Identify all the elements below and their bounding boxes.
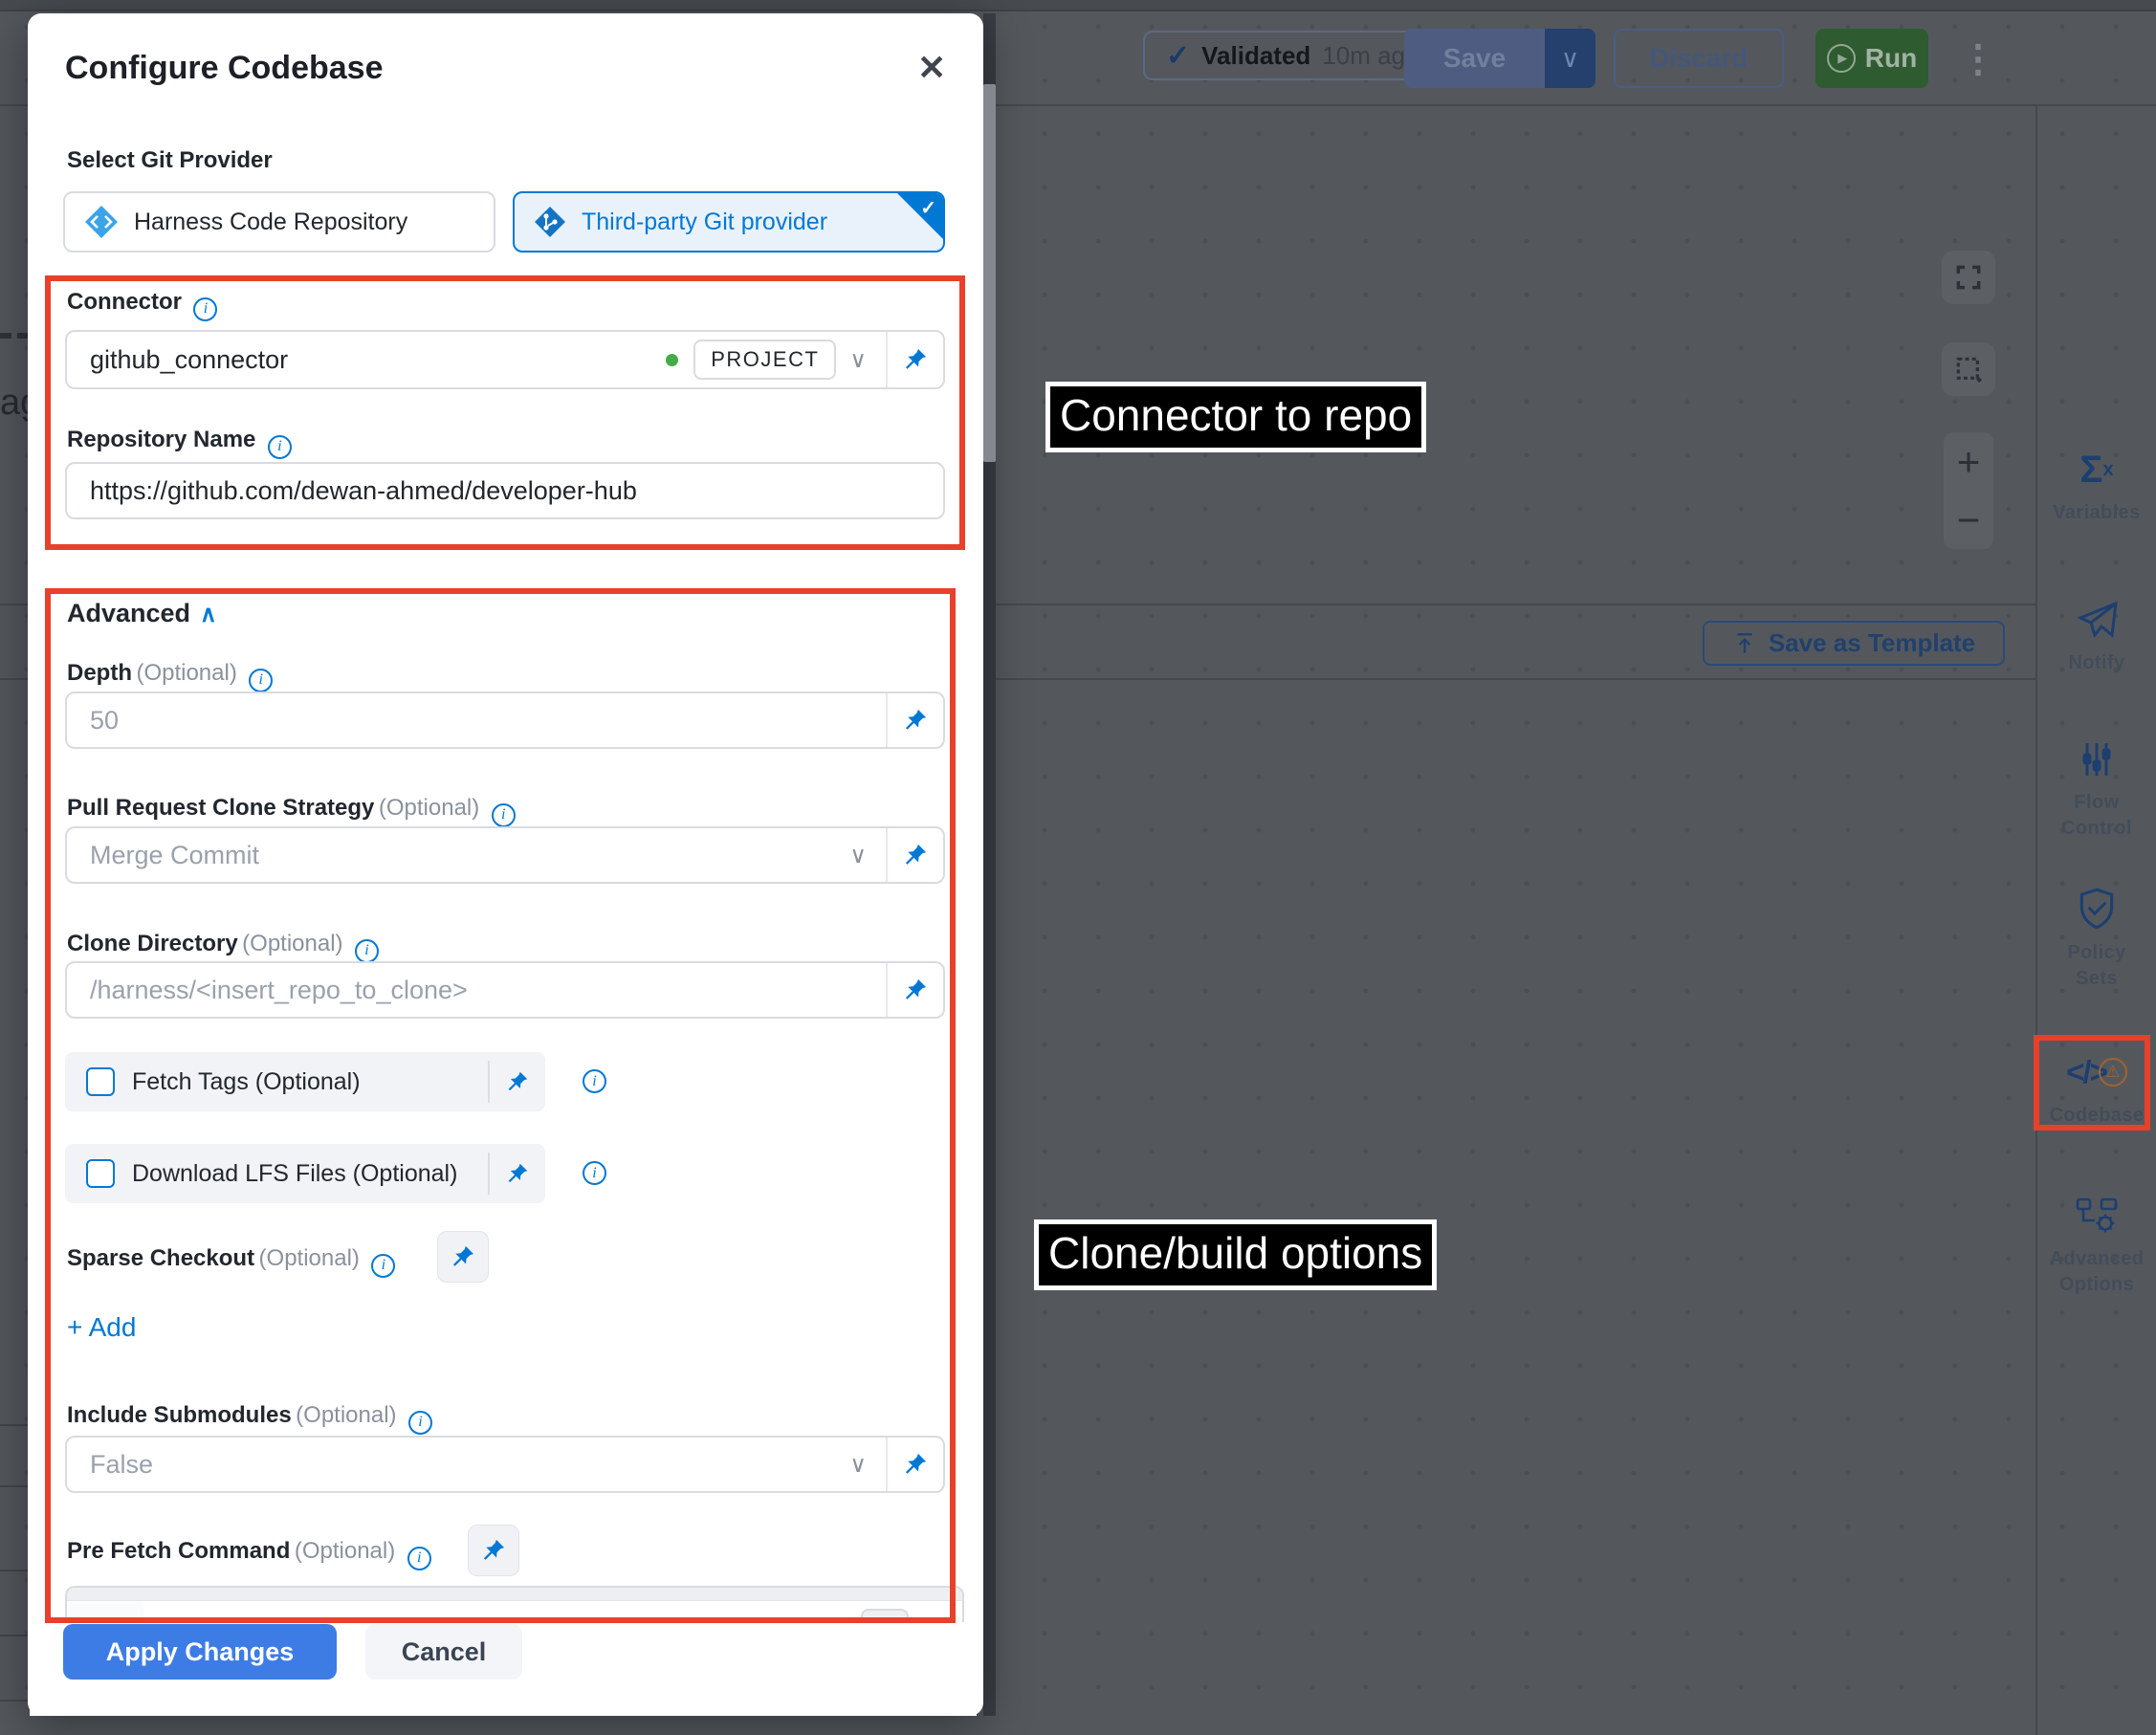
dialog-footer: Apply Changes Cancel [30, 1622, 977, 1716]
dialog-title: Configure Codebase [65, 50, 383, 87]
provider-label: Third-party Git provider [582, 209, 827, 236]
more-options-icon[interactable]: ⋮ [1959, 38, 1997, 80]
upload-icon [1732, 631, 1757, 656]
list-row-divider [0, 1570, 28, 1571]
canvas-edge-fragment [17, 333, 28, 339]
flow-control-icon [2037, 735, 2156, 784]
selected-check-icon: ✓ [920, 196, 936, 220]
list-row-divider [0, 1485, 28, 1487]
discard-button[interactable]: Discard [1614, 29, 1784, 88]
git-provider-label: Select Git Provider [67, 147, 273, 174]
sidebar-item-flow-control[interactable]: Flow Control [2037, 735, 2156, 842]
provider-harness-code-button[interactable]: Harness Code Repository [63, 191, 495, 253]
fullscreen-icon [1953, 262, 1984, 293]
sidebar-item-advanced-options[interactable]: Advanced Options [2037, 1191, 2156, 1298]
sidebar-item-label: Policy Sets [2037, 940, 2156, 992]
close-icon[interactable]: ✕ [917, 48, 946, 88]
harness-code-icon [84, 205, 119, 239]
variables-icon: Σx [2037, 445, 2156, 494]
git-provider-options: Harness Code Repository Third-party Git … [63, 191, 945, 253]
zoom-out-icon[interactable]: − [1957, 501, 1981, 539]
zoom-in-icon[interactable]: + [1957, 443, 1981, 481]
sidebar-item-variables[interactable]: Σx Variables [2037, 445, 2156, 526]
play-icon: ▶ [1827, 44, 1856, 73]
pipeline-right-sidebar: Σx Variables Notify Flow Control [2035, 105, 2156, 1735]
cancel-button[interactable]: Cancel [365, 1624, 522, 1680]
annotation-label-clone: Clone/build options [1034, 1219, 1437, 1290]
marquee-select-button[interactable] [1942, 342, 1995, 396]
notify-icon [2037, 595, 2156, 645]
provider-label: Harness Code Repository [134, 209, 407, 236]
sidebar-item-notify[interactable]: Notify [2037, 595, 2156, 676]
chevron-down-icon: ∨ [1561, 44, 1579, 74]
sidebar-item-label: Variables [2037, 500, 2156, 526]
marquee-select-icon [1953, 354, 1984, 384]
canvas-edge-fragment [0, 333, 11, 339]
annotation-label-connector: Connector to repo [1045, 382, 1426, 452]
sidebar-item-label: Advanced Options [2037, 1246, 2156, 1298]
validated-status-chip: ✓ Validated 10m ago [1143, 31, 1441, 80]
sidebar-item-label: Notify [2037, 650, 2156, 676]
run-label: Run [1865, 43, 1917, 74]
run-button[interactable]: ▶ Run [1815, 29, 1928, 88]
page-top-strip [0, 0, 2156, 11]
list-row-divider [0, 1635, 28, 1636]
save-split-button[interactable]: Save ∨ [1404, 29, 1595, 88]
apply-changes-button[interactable]: Apply Changes [63, 1624, 337, 1680]
save-as-template-button[interactable]: Save as Template [1703, 621, 2005, 666]
modal-scrollbar-thumb[interactable] [983, 84, 996, 462]
annotation-box-codebase [2034, 1035, 2150, 1131]
save-button[interactable]: Save [1404, 29, 1545, 88]
fullscreen-button[interactable] [1942, 251, 1995, 304]
advanced-options-icon [2037, 1191, 2156, 1241]
provider-third-party-button[interactable]: Third-party Git provider ✓ [513, 191, 945, 253]
git-icon [534, 206, 566, 238]
annotation-box-advanced [45, 588, 956, 1623]
policy-sets-icon [2037, 885, 2156, 934]
sidebar-item-label: Flow Control [2037, 790, 2156, 842]
validated-label: Validated [1201, 41, 1310, 71]
sidebar-item-policy-sets[interactable]: Policy Sets [2037, 885, 2156, 992]
save-as-template-label: Save as Template [1769, 628, 1975, 658]
list-row-divider [0, 1700, 28, 1702]
list-row-divider [0, 1424, 28, 1426]
annotation-box-connector [45, 275, 965, 550]
zoom-controls[interactable]: + − [1944, 432, 1993, 549]
save-dropdown-button[interactable]: ∨ [1545, 29, 1595, 88]
validated-check-icon: ✓ [1166, 39, 1190, 73]
app-screen: ✓ Validated 10m ago Save ∨ Discard ▶ Run… [0, 0, 2156, 1735]
